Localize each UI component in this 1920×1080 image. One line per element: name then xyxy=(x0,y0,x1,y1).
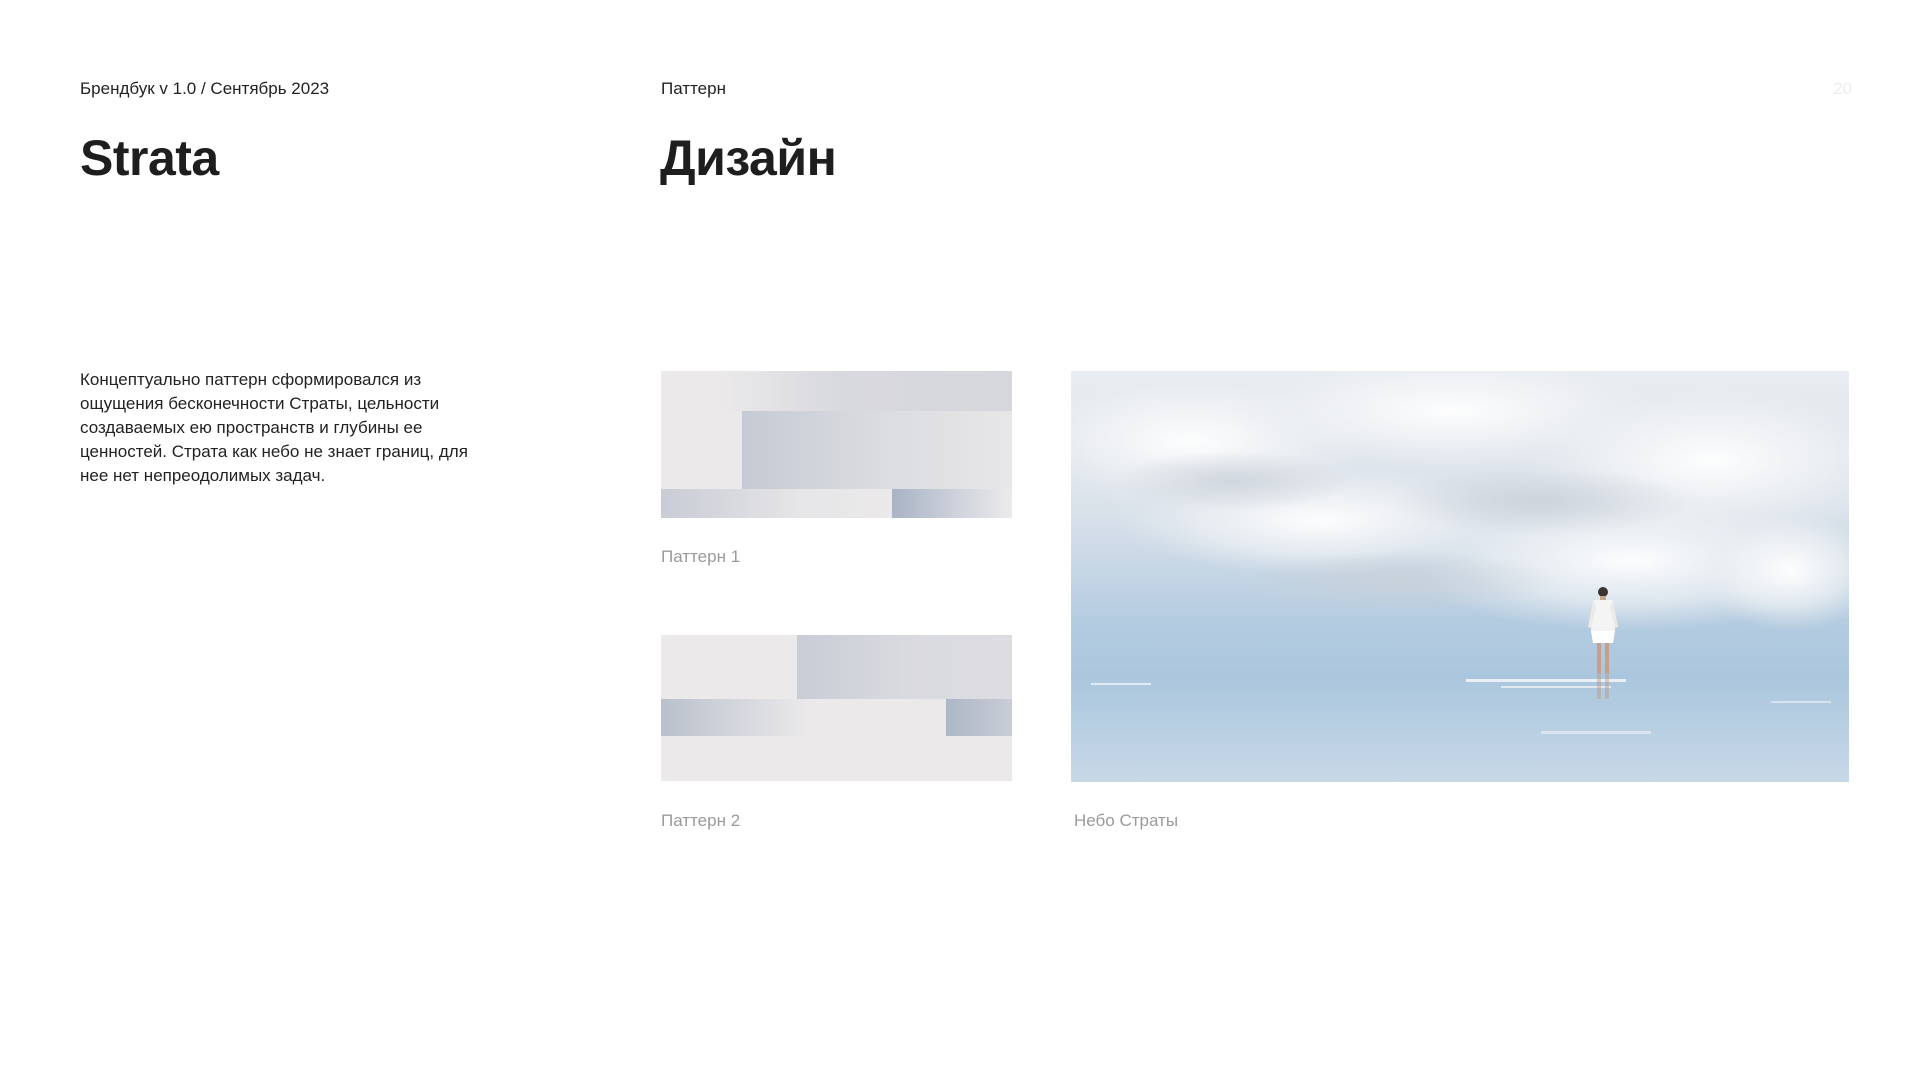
section-label: Паттерн xyxy=(661,79,726,98)
pattern-1-caption: Паттерн 1 xyxy=(661,547,741,566)
section-title: Дизайн xyxy=(660,130,837,186)
brand-title: Strata xyxy=(80,130,219,186)
sky-photo xyxy=(1071,371,1849,782)
page-number: 20 xyxy=(1833,79,1852,98)
sky-caption: Небо Страты xyxy=(1074,811,1179,830)
pattern-band xyxy=(661,489,891,518)
brandbook-page: Брендбук v 1.0 / Сентябрь 2023 Паттерн 2… xyxy=(0,0,1920,1080)
pattern-band xyxy=(892,489,1012,518)
pattern-1-image xyxy=(661,371,1012,518)
pattern-band xyxy=(721,371,1012,411)
pattern-band xyxy=(946,699,1012,736)
pattern-2-caption: Паттерн 2 xyxy=(661,811,741,830)
brandbook-version-label: Брендбук v 1.0 / Сентябрь 2023 xyxy=(80,79,330,98)
pattern-2-image xyxy=(661,635,1012,781)
pattern-band xyxy=(797,635,1012,699)
pattern-description: Концептуально паттерн сформировался из о… xyxy=(80,370,468,485)
pattern-band xyxy=(661,699,811,736)
pattern-band xyxy=(742,411,1012,489)
